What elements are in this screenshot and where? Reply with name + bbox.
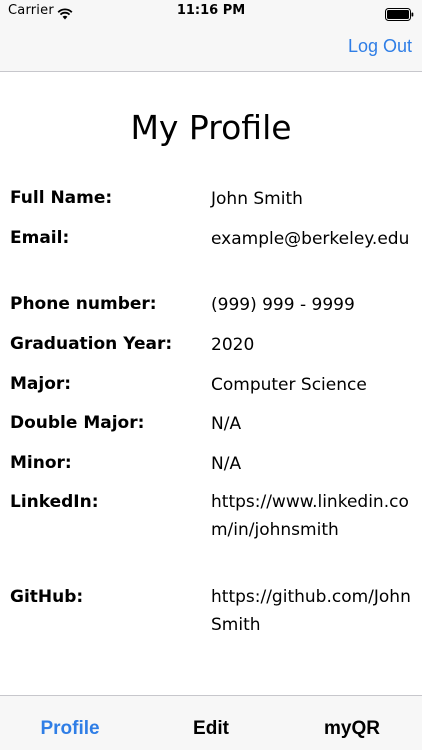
full-name-label: Full Name: [10,188,113,208]
phone-number-value: (999) 999 - 9999 [211,295,355,315]
tab-bar: Profile Edit myQR [0,695,422,750]
log-out-button[interactable]: Log Out [348,36,412,57]
graduation-year-value: 2020 [211,335,255,355]
double-major-value: N/A [211,414,242,434]
github-value: https://github.com/JohnSmith [211,587,411,635]
tab-myqr[interactable]: myQR [282,718,422,740]
graduation-year-label: Graduation Year: [10,334,173,354]
email-label: Email: [10,228,70,248]
github-label: GitHub: [10,587,84,607]
navigation-bar: Log Out [0,24,422,72]
phone-number-label: Phone number: [10,294,157,314]
minor-label: Minor: [10,453,72,473]
linkedin-label: LinkedIn: [10,492,99,512]
major-value: Computer Science [211,375,367,395]
double-major-label: Double Major: [10,413,145,433]
battery-icon [385,6,414,25]
minor-value: N/A [211,454,242,474]
status-time: 11:16 PM [176,3,246,18]
tab-edit[interactable]: Edit [140,718,282,740]
tab-profile[interactable]: Profile [0,718,140,740]
linkedin-value: https://www.linkedin.com/in/johnsmith [211,492,409,540]
major-label: Major: [10,374,72,394]
email-value: example@berkeley.edu [211,229,410,249]
full-name-value: John Smith [211,189,303,209]
status-bar: Carrier 11:16 PM [0,0,422,24]
page-title: My Profile [130,108,292,147]
